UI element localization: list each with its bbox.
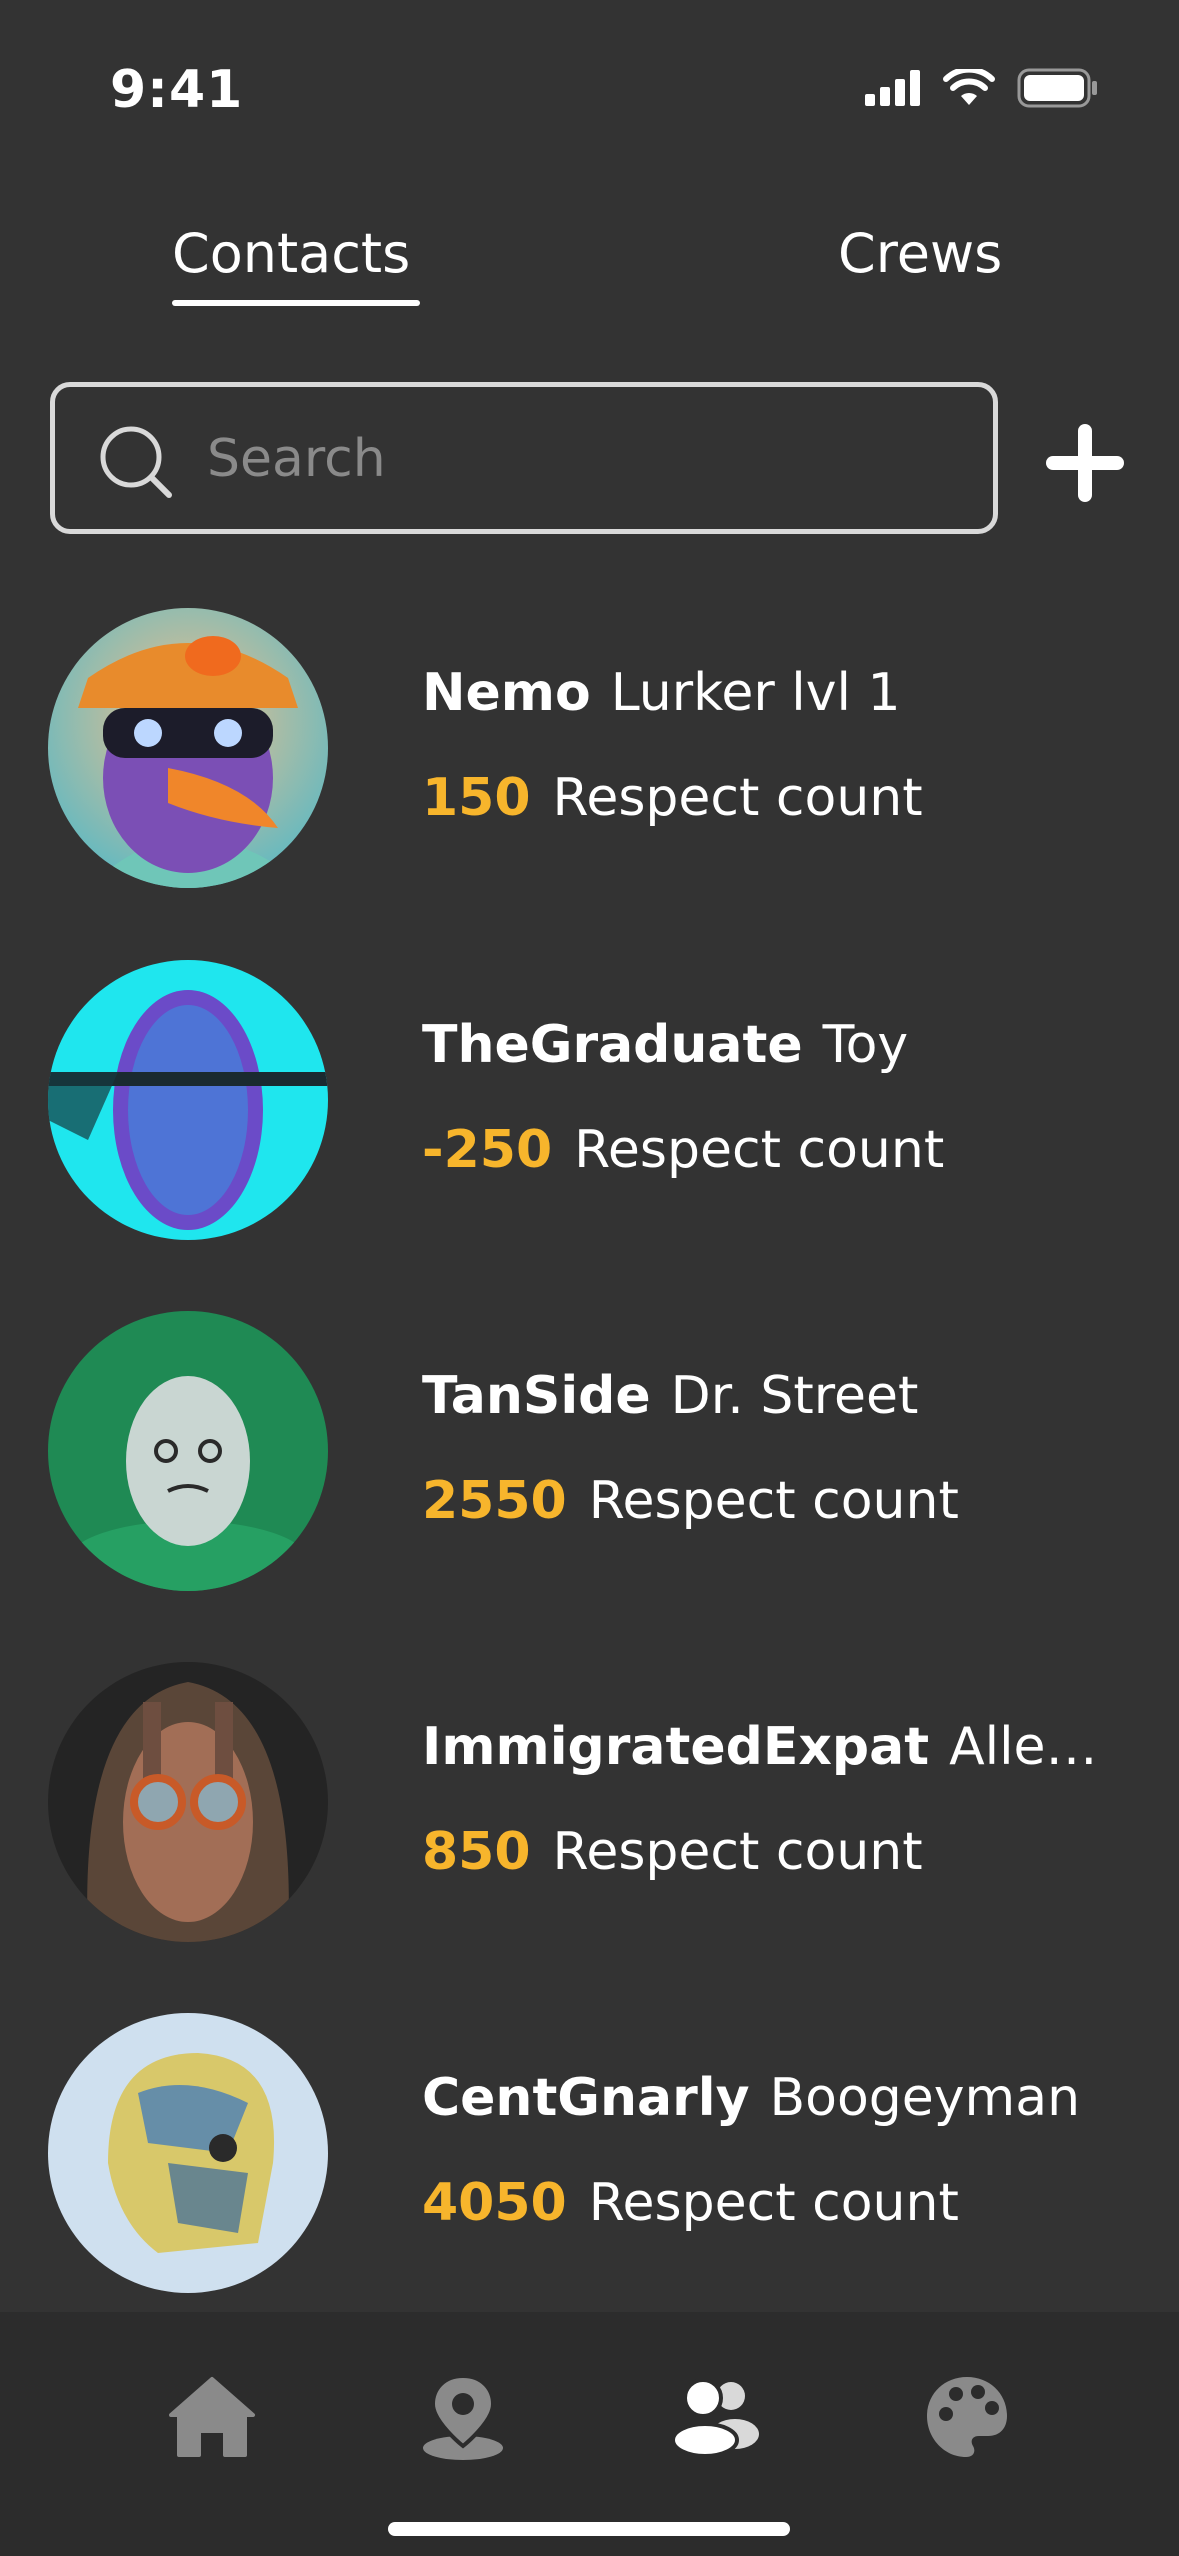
contact-item[interactable]: TanSide Dr. Street 2550 Respect count xyxy=(0,1311,1179,1611)
nav-contacts[interactable] xyxy=(660,2362,770,2472)
contact-role: Toy xyxy=(822,1015,909,1075)
contact-name-line: TanSide Dr. Street xyxy=(422,1366,1102,1426)
home-indicator xyxy=(388,2522,790,2536)
contact-item[interactable]: Nemo Lurker lvl 1 150 Respect count xyxy=(0,608,1179,908)
nav-palette[interactable] xyxy=(912,2362,1022,2472)
respect-value: 850 xyxy=(422,1822,531,1882)
contact-name-line: ImmigratedExpat Alley... xyxy=(422,1717,1102,1777)
cellular-signal-icon xyxy=(865,70,920,106)
egg-avatar xyxy=(48,1311,328,1591)
contact-item[interactable]: CentGnarly Boogeyman 4050 Respect count xyxy=(0,2013,1179,2313)
contact-role: Boogeyman xyxy=(769,2068,1081,2128)
painted-skull-avatar xyxy=(48,2013,328,2293)
nav-location[interactable] xyxy=(408,2362,518,2472)
wifi-icon xyxy=(943,69,995,105)
status-bar: 9:41 xyxy=(0,0,1179,180)
respect-line: 850 Respect count xyxy=(422,1822,923,1882)
nav-home[interactable] xyxy=(157,2362,267,2472)
parrot-avatar xyxy=(48,608,328,888)
hooded-goggles-avatar xyxy=(48,1662,328,1942)
contact-role: Dr. Street xyxy=(670,1366,919,1426)
contact-name-line: TheGraduate Toy xyxy=(422,1015,1102,1075)
status-time: 9:41 xyxy=(110,60,244,120)
tangled-head-avatar xyxy=(48,960,328,1240)
respect-value: -250 xyxy=(422,1120,553,1180)
contact-name: Nemo xyxy=(422,663,591,723)
search-placeholder: Search xyxy=(207,429,386,489)
respect-value: 2550 xyxy=(422,1471,567,1531)
contact-name: TheGraduate xyxy=(422,1015,803,1075)
location-icon xyxy=(423,2373,503,2460)
respect-value: 150 xyxy=(422,768,531,828)
search-input[interactable]: Search xyxy=(50,382,998,534)
respect-line: 150 Respect count xyxy=(422,768,923,828)
bottom-nav xyxy=(0,2312,1179,2556)
respect-value: 4050 xyxy=(422,2173,567,2233)
respect-line: 4050 Respect count xyxy=(422,2173,959,2233)
contact-role: Alley... xyxy=(949,1717,1102,1777)
contact-name: CentGnarly xyxy=(422,2068,750,2128)
contacts-icon xyxy=(671,2378,759,2458)
contact-name-line: CentGnarly Boogeyman xyxy=(422,2068,1102,2128)
respect-label: Respect count xyxy=(588,2173,959,2233)
contact-name-line: Nemo Lurker lvl 1 xyxy=(422,663,1102,723)
tab-crews[interactable]: Crews xyxy=(838,222,1002,285)
tab-contacts[interactable]: Contacts xyxy=(172,222,410,285)
palette-icon xyxy=(927,2377,1007,2457)
battery-icon xyxy=(1017,68,1097,108)
add-contact-button[interactable] xyxy=(1040,418,1130,508)
contact-item[interactable]: TheGraduate Toy -250 Respect count xyxy=(0,960,1179,1260)
contact-role: Lurker lvl 1 xyxy=(610,663,901,723)
contact-name: TanSide xyxy=(422,1366,651,1426)
respect-label: Respect count xyxy=(552,1822,923,1882)
respect-line: 2550 Respect count xyxy=(422,1471,959,1531)
contact-item[interactable]: ImmigratedExpat Alley... 850 Respect count xyxy=(0,1662,1179,1962)
active-tab-indicator xyxy=(172,300,420,306)
contact-name: ImmigratedExpat xyxy=(422,1717,930,1777)
status-icons xyxy=(865,68,1099,108)
respect-line: -250 Respect count xyxy=(422,1120,944,1180)
respect-label: Respect count xyxy=(574,1120,945,1180)
respect-label: Respect count xyxy=(552,768,923,828)
home-icon xyxy=(169,2377,255,2457)
search-icon xyxy=(100,426,172,498)
respect-label: Respect count xyxy=(588,1471,959,1531)
